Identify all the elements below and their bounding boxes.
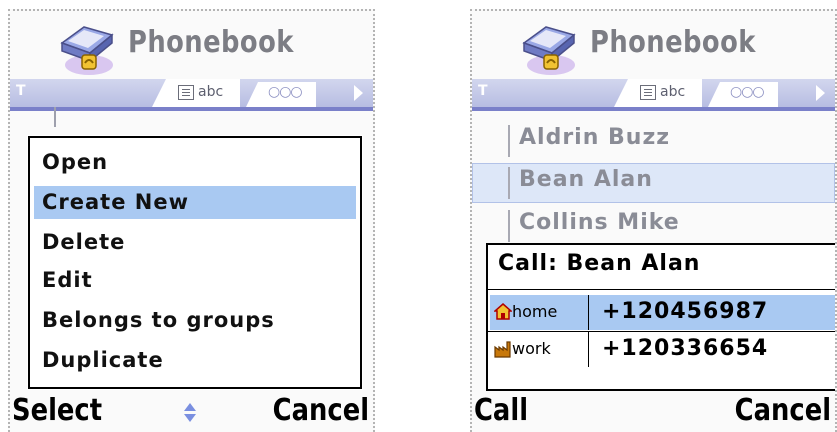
menu-item-delete[interactable]: Delete xyxy=(34,226,356,259)
phone-number: +120456987 xyxy=(602,299,769,324)
call-popup-title: Call: Bean Alan xyxy=(498,251,701,276)
factory-icon xyxy=(494,341,511,358)
list-stub xyxy=(54,107,56,127)
list-icon xyxy=(178,85,194,100)
number-row-home[interactable]: home +120456987 xyxy=(490,295,835,330)
menu-item-create-new[interactable]: Create New xyxy=(34,186,356,219)
phone-number: +120336654 xyxy=(602,336,769,361)
tab-groups[interactable]: ○○○ xyxy=(708,82,778,107)
app-title: Phonebook xyxy=(128,25,294,60)
list-icon xyxy=(640,85,656,100)
phonebook-app-icon xyxy=(60,26,114,75)
phonebook-menu-screen: Phonebook 𝗧 abc ○○○ Open Create New Dele… xyxy=(8,9,375,432)
groups-icon: ○○○ xyxy=(268,84,303,100)
tab-right-arrow-icon[interactable] xyxy=(354,85,363,101)
tab-right-arrow-icon[interactable] xyxy=(816,85,825,101)
tab-bar: 𝗧 abc ○○○ xyxy=(10,79,373,111)
tab-abc[interactable]: abc xyxy=(614,79,702,107)
tab-groups[interactable]: ○○○ xyxy=(246,82,316,107)
app-title: Phonebook xyxy=(590,25,756,60)
menu-item-open[interactable]: Open xyxy=(34,146,356,179)
contact-name: Bean Alan xyxy=(519,167,653,192)
cancel-softkey[interactable]: Cancel xyxy=(273,393,369,428)
contact-row-aldrin-buzz[interactable]: Aldrin Buzz xyxy=(472,121,835,161)
number-row-work[interactable]: work +120336654 xyxy=(490,332,835,367)
menu-item-edit[interactable]: Edit xyxy=(34,264,356,297)
home-icon xyxy=(494,303,512,320)
scroll-indicator-icon xyxy=(184,403,196,423)
signal-icon: 𝗧 xyxy=(16,83,26,99)
app-header: Phonebook xyxy=(10,11,373,75)
softkey-bar: Call Cancel xyxy=(472,393,835,432)
contact-name: Aldrin Buzz xyxy=(519,125,671,150)
options-menu: Open Create New Delete Edit Belongs to g… xyxy=(28,136,362,389)
select-softkey[interactable]: Select xyxy=(12,393,102,428)
contact-name: Collins Mike xyxy=(519,210,680,235)
tab-abc-label: abc xyxy=(198,84,224,100)
contact-row-collins-mike[interactable]: Collins Mike xyxy=(472,206,835,246)
phonebook-call-screen: Phonebook 𝗧 abc ○○○ Aldrin Buzz Bean Ala… xyxy=(470,9,837,432)
tab-abc[interactable]: abc xyxy=(152,79,240,107)
phonebook-app-icon xyxy=(522,26,576,75)
cancel-softkey[interactable]: Cancel xyxy=(735,393,831,428)
softkey-bar: Select Cancel xyxy=(10,393,373,432)
menu-item-belongs-to-groups[interactable]: Belongs to groups xyxy=(34,304,356,337)
app-header: Phonebook xyxy=(472,11,835,75)
number-type-label: home xyxy=(512,302,558,321)
tab-abc-label: abc xyxy=(660,84,686,100)
groups-icon: ○○○ xyxy=(730,84,765,100)
contact-row-bean-alan[interactable]: Bean Alan xyxy=(472,163,835,203)
call-softkey[interactable]: Call xyxy=(474,393,528,428)
menu-item-duplicate[interactable]: Duplicate xyxy=(34,344,356,377)
tab-bar: 𝗧 abc ○○○ xyxy=(472,79,835,111)
call-number-popup: Call: Bean Alan home +120456987 work +12… xyxy=(486,243,835,391)
signal-icon: 𝗧 xyxy=(478,83,488,99)
number-type-label: work xyxy=(512,339,551,358)
